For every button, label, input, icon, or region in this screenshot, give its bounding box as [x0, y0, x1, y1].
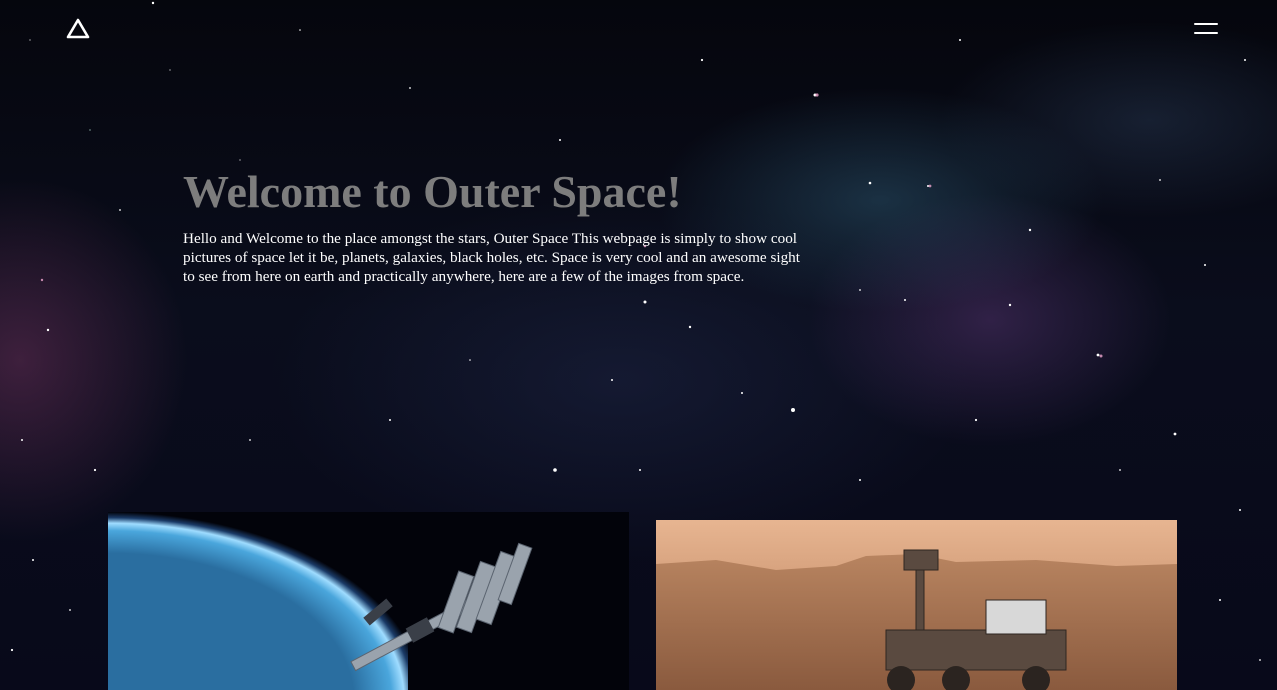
space-station-photo [108, 512, 629, 690]
hamburger-menu-button[interactable] [1194, 20, 1220, 38]
hamburger-menu-icon [1194, 23, 1218, 25]
intro-paragraph: Hello and Welcome to the place amongst t… [183, 230, 800, 285]
mars-rover-photo [656, 520, 1177, 690]
gallery-image-iss [108, 512, 629, 690]
page-title: Welcome to Outer Space! [183, 166, 682, 217]
hero-section: Welcome to Outer Space! Hello and Welcom… [183, 163, 813, 286]
hamburger-line [1194, 32, 1218, 34]
gallery-image-mars-rover [656, 520, 1177, 690]
triangle-logo-icon [66, 18, 90, 39]
logo[interactable] [66, 18, 90, 40]
